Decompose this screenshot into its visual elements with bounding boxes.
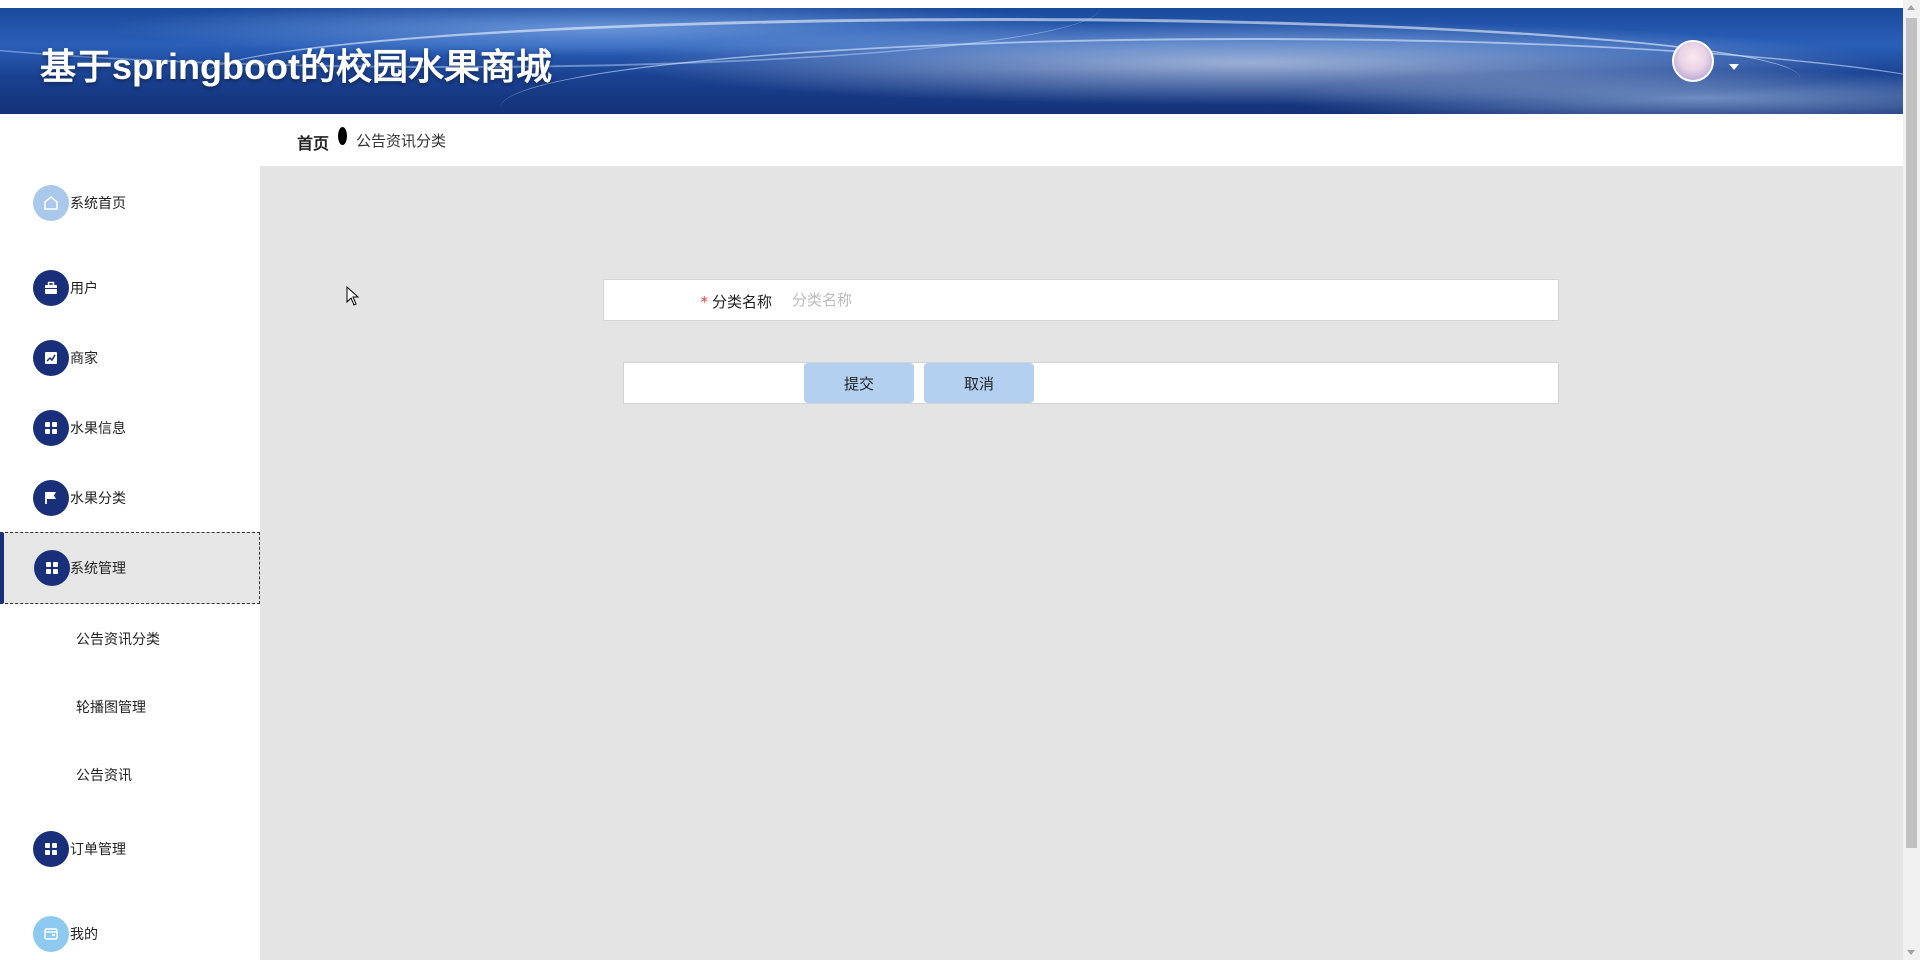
sidebar-item-users[interactable]: 用户 <box>0 263 260 313</box>
breadcrumb: 首页 公告资讯分类 <box>260 114 1903 166</box>
grid-icon <box>33 410 69 446</box>
required-mark: * <box>700 293 708 311</box>
category-name-form-row: * 分类名称 <box>603 279 1559 321</box>
briefcase-icon <box>33 270 69 306</box>
form-actions: 提交 取消 <box>623 362 1559 404</box>
scroll-down-icon[interactable] <box>1907 950 1915 955</box>
user-avatar[interactable] <box>1672 40 1714 82</box>
breadcrumb-separator-icon <box>338 127 347 145</box>
sidebar-item-mine[interactable]: 我的 <box>0 909 260 959</box>
grid-icon <box>33 831 69 867</box>
home-icon <box>33 185 69 221</box>
scrollbar-thumb[interactable] <box>1906 18 1917 848</box>
main-content: *分类名称 提交 取消 <box>260 166 1903 960</box>
app-title: 基于springboot的校园水果商城 <box>40 46 552 87</box>
scroll-up-icon[interactable] <box>1907 5 1915 10</box>
sidebar-item-label: 系统首页 <box>70 196 126 212</box>
grid-icon <box>34 550 70 586</box>
category-name-label: * 分类名称 <box>700 291 772 312</box>
submenu-item-announcements[interactable]: 公告资讯 <box>0 753 260 797</box>
submenu-item-label: 公告资讯分类 <box>76 632 160 648</box>
sidebar-item-label: 我的 <box>70 927 98 943</box>
sidebar-item-label: 商家 <box>70 351 98 367</box>
submenu-item-announcement-category[interactable]: 公告资讯分类 <box>0 617 260 661</box>
sidebar-item-fruit-info[interactable]: 水果信息 <box>0 403 260 453</box>
sidebar-item-label: 用户 <box>70 281 98 297</box>
category-name-input[interactable] <box>784 284 1544 316</box>
submenu-item-label: 轮播图管理 <box>76 700 146 716</box>
sidebar-item-home[interactable]: 系统首页 <box>0 178 260 228</box>
sidebar-item-label: 水果分类 <box>70 491 126 507</box>
sidebar-item-fruit-category[interactable]: 水果分类 <box>0 473 260 523</box>
category-name-label-text: 分类名称 <box>711 293 772 311</box>
sidebar-item-label: 系统管理 <box>70 561 126 577</box>
sidebar-item-merchants[interactable]: 商家 <box>0 333 260 383</box>
sidebar-item-order-management[interactable]: 订单管理 <box>0 824 260 874</box>
sidebar-item-label: 水果信息 <box>70 421 126 437</box>
breadcrumb-home-link[interactable]: 首页 <box>297 130 329 154</box>
submenu-item-label: 公告资讯 <box>76 768 132 784</box>
breadcrumb-current: 公告资讯分类 <box>356 132 447 150</box>
page-scrollbar[interactable] <box>1903 0 1920 960</box>
cancel-button[interactable]: 取消 <box>924 363 1034 403</box>
mouse-pointer-icon <box>346 285 360 310</box>
submit-button[interactable]: 提交 <box>804 363 914 403</box>
app-header: 基于springboot的校园水果商城 <box>0 8 1903 114</box>
chart-icon <box>33 340 69 376</box>
flag-icon <box>33 480 69 516</box>
wallet-icon <box>33 916 69 952</box>
sidebar-menu: 系统首页 用户 商家 水果信息 水果分类 系统管理 公告资讯分类 轮播图管理 公… <box>0 114 260 960</box>
chevron-down-icon[interactable] <box>1729 64 1739 70</box>
submenu-item-carousel-management[interactable]: 轮播图管理 <box>0 685 260 729</box>
sidebar-item-label: 订单管理 <box>70 842 126 858</box>
sidebar-item-system-management[interactable]: 系统管理 <box>0 532 260 604</box>
